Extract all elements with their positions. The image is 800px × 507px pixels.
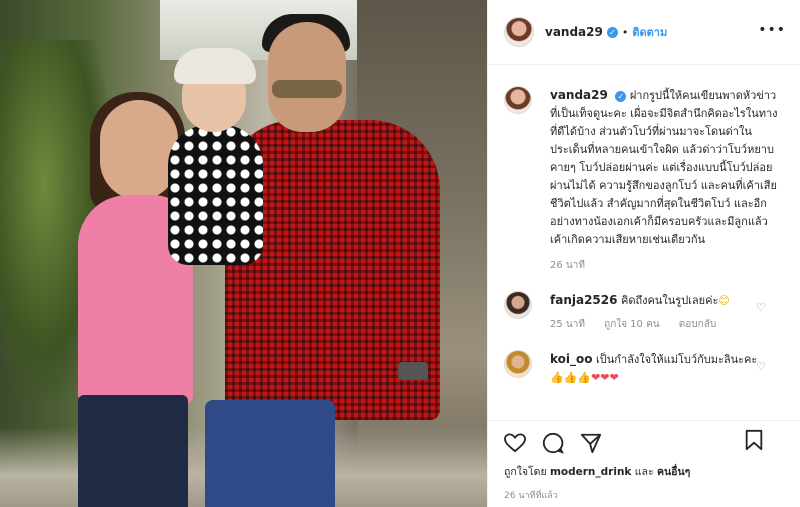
author-username[interactable]: vanda29: [545, 25, 603, 39]
author-avatar[interactable]: [504, 17, 534, 47]
photo-watch: [398, 362, 428, 380]
post-side-panel: vanda29 ✓ • ติดตาม ••• vanda29 ✓ ฝากรูปน…: [487, 0, 800, 507]
caption-time: 26 นาที: [550, 260, 585, 271]
commenter-username[interactable]: fanja2526: [550, 293, 617, 307]
post-photo[interactable]: [0, 0, 487, 507]
photo-baby-hat: [174, 48, 256, 84]
smile-emoji-icon: 😊: [718, 294, 730, 307]
caption-text: ฝากรูปนี้ให้คนเขียนพาดหัวข่าวที่เป็นเท็จ…: [550, 89, 778, 246]
liked-by-and: และ: [634, 466, 654, 478]
caption-avatar[interactable]: [504, 86, 532, 114]
caption-username[interactable]: vanda29: [550, 88, 608, 102]
reply-button[interactable]: ตอบกลับ: [679, 319, 716, 330]
like-heart-icon[interactable]: [504, 433, 526, 453]
comment-text: เป็นกำลังใจให้แม่โบว์กับมะลินะคะ: [596, 353, 758, 366]
comment-bubble-icon[interactable]: [542, 432, 564, 454]
photo-woman-pants: [78, 395, 188, 507]
commenter-username[interactable]: koi_oo: [550, 352, 593, 366]
commenter-avatar[interactable]: [504, 350, 532, 378]
post-actions: ถูกใจโดย modern_drink และ คนอื่นๆ 26 นาท…: [488, 420, 800, 507]
comment-text: คิดถึงคนในรูปเลยค่ะ: [620, 294, 719, 307]
commenter-avatar[interactable]: [504, 291, 532, 319]
comments-list[interactable]: vanda29 ✓ ฝากรูปนี้ให้คนเขียนพาดหัวข่าวท…: [488, 66, 800, 416]
share-send-icon[interactable]: [580, 432, 602, 454]
comment-item: fanja2526 คิดถึงคนในรูปเลยค่ะ😊 25 นาที ถ…: [504, 291, 784, 334]
instagram-post-view: vanda29 ✓ • ติดตาม ••• vanda29 ✓ ฝากรูปน…: [0, 0, 800, 507]
photo-man-face: [268, 22, 346, 132]
comment-like-heart-icon[interactable]: ♡: [756, 360, 766, 373]
liked-by-user[interactable]: modern_drink: [550, 466, 631, 478]
verified-icon: ✓: [615, 90, 627, 102]
comment-time: 25 นาที: [550, 319, 585, 330]
thumbs-heart-emoji-icon: 👍👍👍❤❤❤: [550, 371, 619, 384]
header-separator: •: [621, 25, 629, 39]
follow-button[interactable]: ติดตาม: [632, 23, 667, 41]
liked-by-others[interactable]: คนอื่นๆ: [657, 466, 690, 478]
comment-item: koi_oo เป็นกำลังใจให้แม่โบว์กับมะลินะคะ …: [504, 350, 784, 387]
more-options-icon[interactable]: •••: [758, 22, 786, 38]
comment-likes[interactable]: ถูกใจ 10 คน: [604, 319, 659, 330]
bookmark-icon[interactable]: [744, 429, 764, 451]
photo-baby-outfit: [168, 125, 263, 265]
post-caption: vanda29 ✓ ฝากรูปนี้ให้คนเขียนพาดหัวข่าวท…: [504, 86, 784, 275]
verified-icon: ✓: [606, 26, 618, 38]
comment-like-heart-icon[interactable]: ♡: [756, 301, 766, 314]
photo-sunglasses: [272, 80, 342, 98]
photo-man-jeans: [205, 400, 335, 507]
post-timestamp: 26 นาทีที่แล้ว: [504, 491, 558, 501]
photo-woman-face: [100, 100, 178, 200]
liked-by-prefix: ถูกใจโดย: [504, 466, 547, 478]
post-header: vanda29 ✓ • ติดตาม •••: [488, 0, 800, 65]
likes-summary: ถูกใจโดย modern_drink และ คนอื่นๆ: [504, 463, 784, 480]
